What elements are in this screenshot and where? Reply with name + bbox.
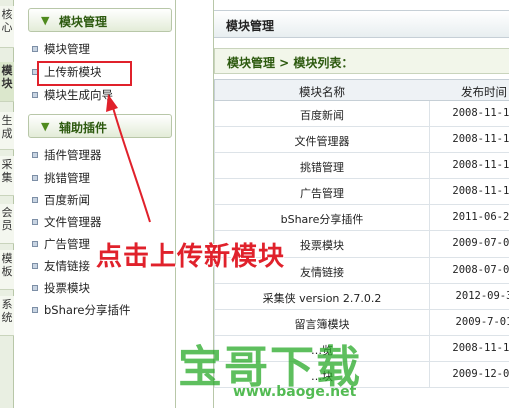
publish-date-cell: 2009-12-01 — [452, 367, 509, 380]
bullet-icon — [32, 285, 38, 291]
collapse-arrow-icon: ▼ — [41, 120, 50, 133]
bullet-icon — [32, 92, 38, 98]
side-tab-module[interactable]: 模块 — [0, 62, 14, 102]
publish-date-cell: 2008-11-19 — [452, 185, 509, 198]
publish-date-cell: 2009-07-01 — [452, 237, 509, 250]
publish-date-cell: 2011-06-24 — [452, 211, 509, 224]
table-row[interactable]: 挑错管理 2008-11-19 — [214, 153, 509, 180]
content-header: 模块管理 — [214, 10, 509, 38]
publish-date-cell: 2009-7-01 — [455, 315, 509, 328]
collapse-arrow-icon: ▼ — [41, 14, 50, 27]
module-name-cell: 采集侠 version 2.7.0.2 — [262, 291, 382, 305]
bullet-icon — [32, 175, 38, 181]
menu-group-module-header[interactable]: ▼ 模块管理 — [28, 8, 172, 32]
watermark-url: www.baoge.net — [233, 384, 357, 400]
breadcrumb-text: 模块管理 > 模块列表： — [227, 56, 354, 70]
breadcrumb: 模块管理 > 模块列表： — [214, 48, 509, 74]
module-name-cell: bShare分享插件 — [280, 213, 364, 227]
bullet-icon — [32, 241, 38, 247]
side-tab-template[interactable]: 模板 — [0, 250, 14, 290]
table-row[interactable]: 百度新闻 2008-11-19 — [214, 101, 509, 128]
menu-item-friend-links[interactable]: 友情链接 — [32, 257, 90, 275]
menu-item-error-report[interactable]: 挑错管理 — [32, 169, 90, 187]
table-row[interactable]: 采集侠 version 2.7.0.2 2012-09-3 — [214, 283, 509, 310]
menu-item-file-manager[interactable]: 文件管理器 — [32, 213, 102, 231]
module-name-cell: 文件管理器 — [294, 135, 350, 149]
module-name-cell: 留言簿模块 — [294, 317, 350, 331]
bullet-icon — [32, 307, 38, 313]
annotation-text: 点击上传新模块 — [96, 242, 286, 272]
page-title: 模块管理 — [226, 19, 275, 33]
side-tab-system[interactable]: 系统 — [0, 296, 14, 336]
menu-item-vote-module[interactable]: 投票模块 — [32, 279, 90, 297]
publish-date-cell: 2008-07-01 — [452, 263, 509, 276]
menu-item-module-manage[interactable]: 模块管理 — [32, 40, 90, 58]
module-name-cell: 广告管理 — [300, 187, 344, 201]
menu-item-plugin-manager[interactable]: 插件管理器 — [32, 146, 102, 164]
table-header: 模块名称 发布时间 — [214, 79, 509, 101]
bullet-icon — [32, 219, 38, 225]
bullet-icon — [32, 197, 38, 203]
menu-group-title: 模块管理 — [59, 15, 108, 29]
publish-date-cell: 2012-09-3 — [455, 289, 509, 302]
side-tab-strip: 核心 模块 生成 采集 会员 模板 系统 — [0, 0, 14, 408]
menu-group-plugins-header[interactable]: ▼ 辅助插件 — [28, 114, 172, 138]
side-tab-collect[interactable]: 采集 — [0, 156, 14, 196]
publish-date-cell: 2008-11-19 — [452, 159, 509, 172]
column-header-name: 模块名称 — [299, 85, 345, 99]
module-name-cell: 百度新闻 — [300, 109, 344, 122]
table-row[interactable]: 广告管理 2008-11-19 — [214, 179, 509, 206]
bullet-icon — [32, 263, 38, 269]
side-tab-generate[interactable]: 生成 — [0, 112, 14, 150]
highlight-box — [37, 61, 132, 86]
menu-item-bshare-plugin[interactable]: bShare分享插件 — [32, 301, 131, 319]
left-menu: ▼ 模块管理 模块管理 上传新模块 模块生成向导 ▼ 辅助插件 插件管理器 挑错… — [18, 0, 176, 408]
column-header-date: 发布时间 — [461, 85, 507, 99]
menu-group-title: 辅助插件 — [59, 121, 108, 135]
module-name-cell: 挑错管理 — [300, 161, 344, 175]
table-row[interactable]: 文件管理器 2008-11-13 — [214, 127, 509, 154]
table-row[interactable]: bShare分享插件 2011-06-24 — [214, 205, 509, 232]
menu-item-module-wizard[interactable]: 模块生成向导 — [32, 86, 113, 104]
bullet-icon — [32, 46, 38, 52]
publish-date-cell: 2008-11-13 — [452, 133, 509, 146]
menu-item-baidu-news[interactable]: 百度新闻 — [32, 191, 90, 209]
side-tab-member[interactable]: 会员 — [0, 204, 14, 244]
side-tab-core[interactable]: 核心 — [0, 6, 14, 48]
menu-item-ad-manager[interactable]: 广告管理 — [32, 235, 90, 253]
bullet-icon — [32, 152, 38, 158]
publish-date-cell: 2008-11-19 — [452, 107, 509, 119]
publish-date-cell: 2008-11-12 — [452, 341, 509, 354]
